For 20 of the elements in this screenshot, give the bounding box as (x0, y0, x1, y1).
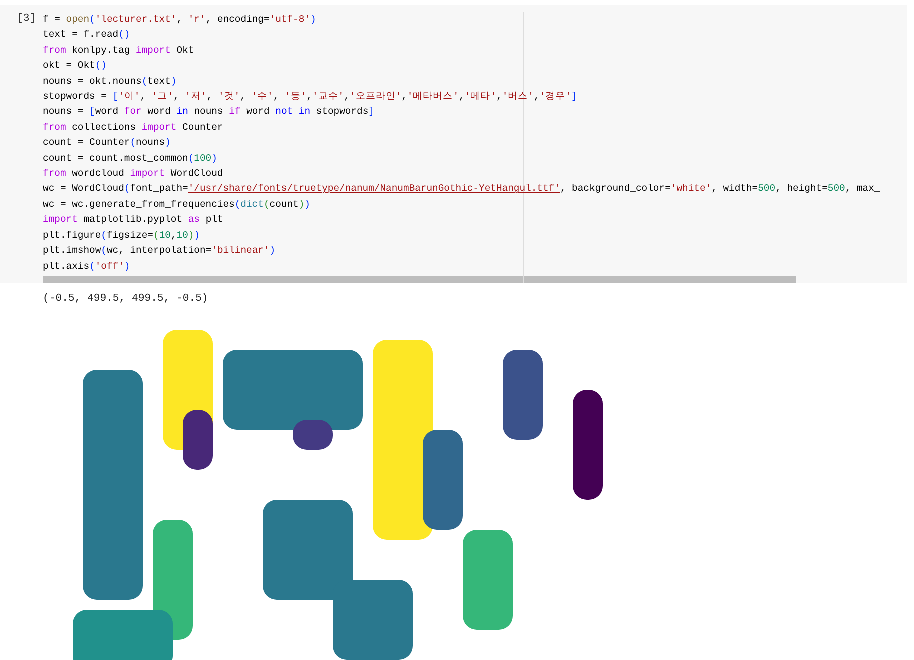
code-line: stopwords = ['이', '그', '저', '것', '수', '등','교수','오프라인','메타버스','메타','버스','경우'] (43, 90, 578, 104)
code-line: okt = Okt() (43, 59, 108, 74)
code-line: count = Counter(nouns) (43, 136, 172, 150)
code-line: from konlpy.tag import Okt (43, 44, 196, 58)
code-line: plt.axis('off') (43, 260, 132, 274)
code-line: plt.imshow(wc, interpolation='bilinear') (43, 244, 277, 258)
execution-count: [3] (17, 12, 38, 27)
code-line: count = count.most_common(100) (43, 152, 218, 166)
code-line: from collections import Counter (43, 120, 224, 135)
code-line: text = f.read() (43, 28, 132, 42)
code-line: from wordcloud import WordCloud (43, 167, 224, 182)
horizontal-scrollbar[interactable] (43, 276, 796, 283)
code-line: import matplotlib.pyplot as plt (43, 213, 224, 228)
code-line: wc = wc.generate_from_frequencies(dict(count)) (43, 198, 312, 212)
code-line: plt.figure(figsize=(10,10)) (43, 228, 202, 243)
code-line: nouns = [word for word in nouns if word not in stopwords] (43, 105, 376, 120)
output-text: (-0.5, 499.5, 499.5, -0.5) (43, 292, 210, 306)
code-line: f = open('lecturer.txt', 'r', encoding='utf-8') (43, 13, 318, 27)
code-line: nouns = okt.nouns(text) (43, 74, 178, 89)
code-line: wc = WordCloud(font_path='/usr/share/fonts/truetype/nanum/NanumBarunGothic-YetHangul.ttf', background_color='white', width=500, height=500, max_ (43, 182, 882, 196)
